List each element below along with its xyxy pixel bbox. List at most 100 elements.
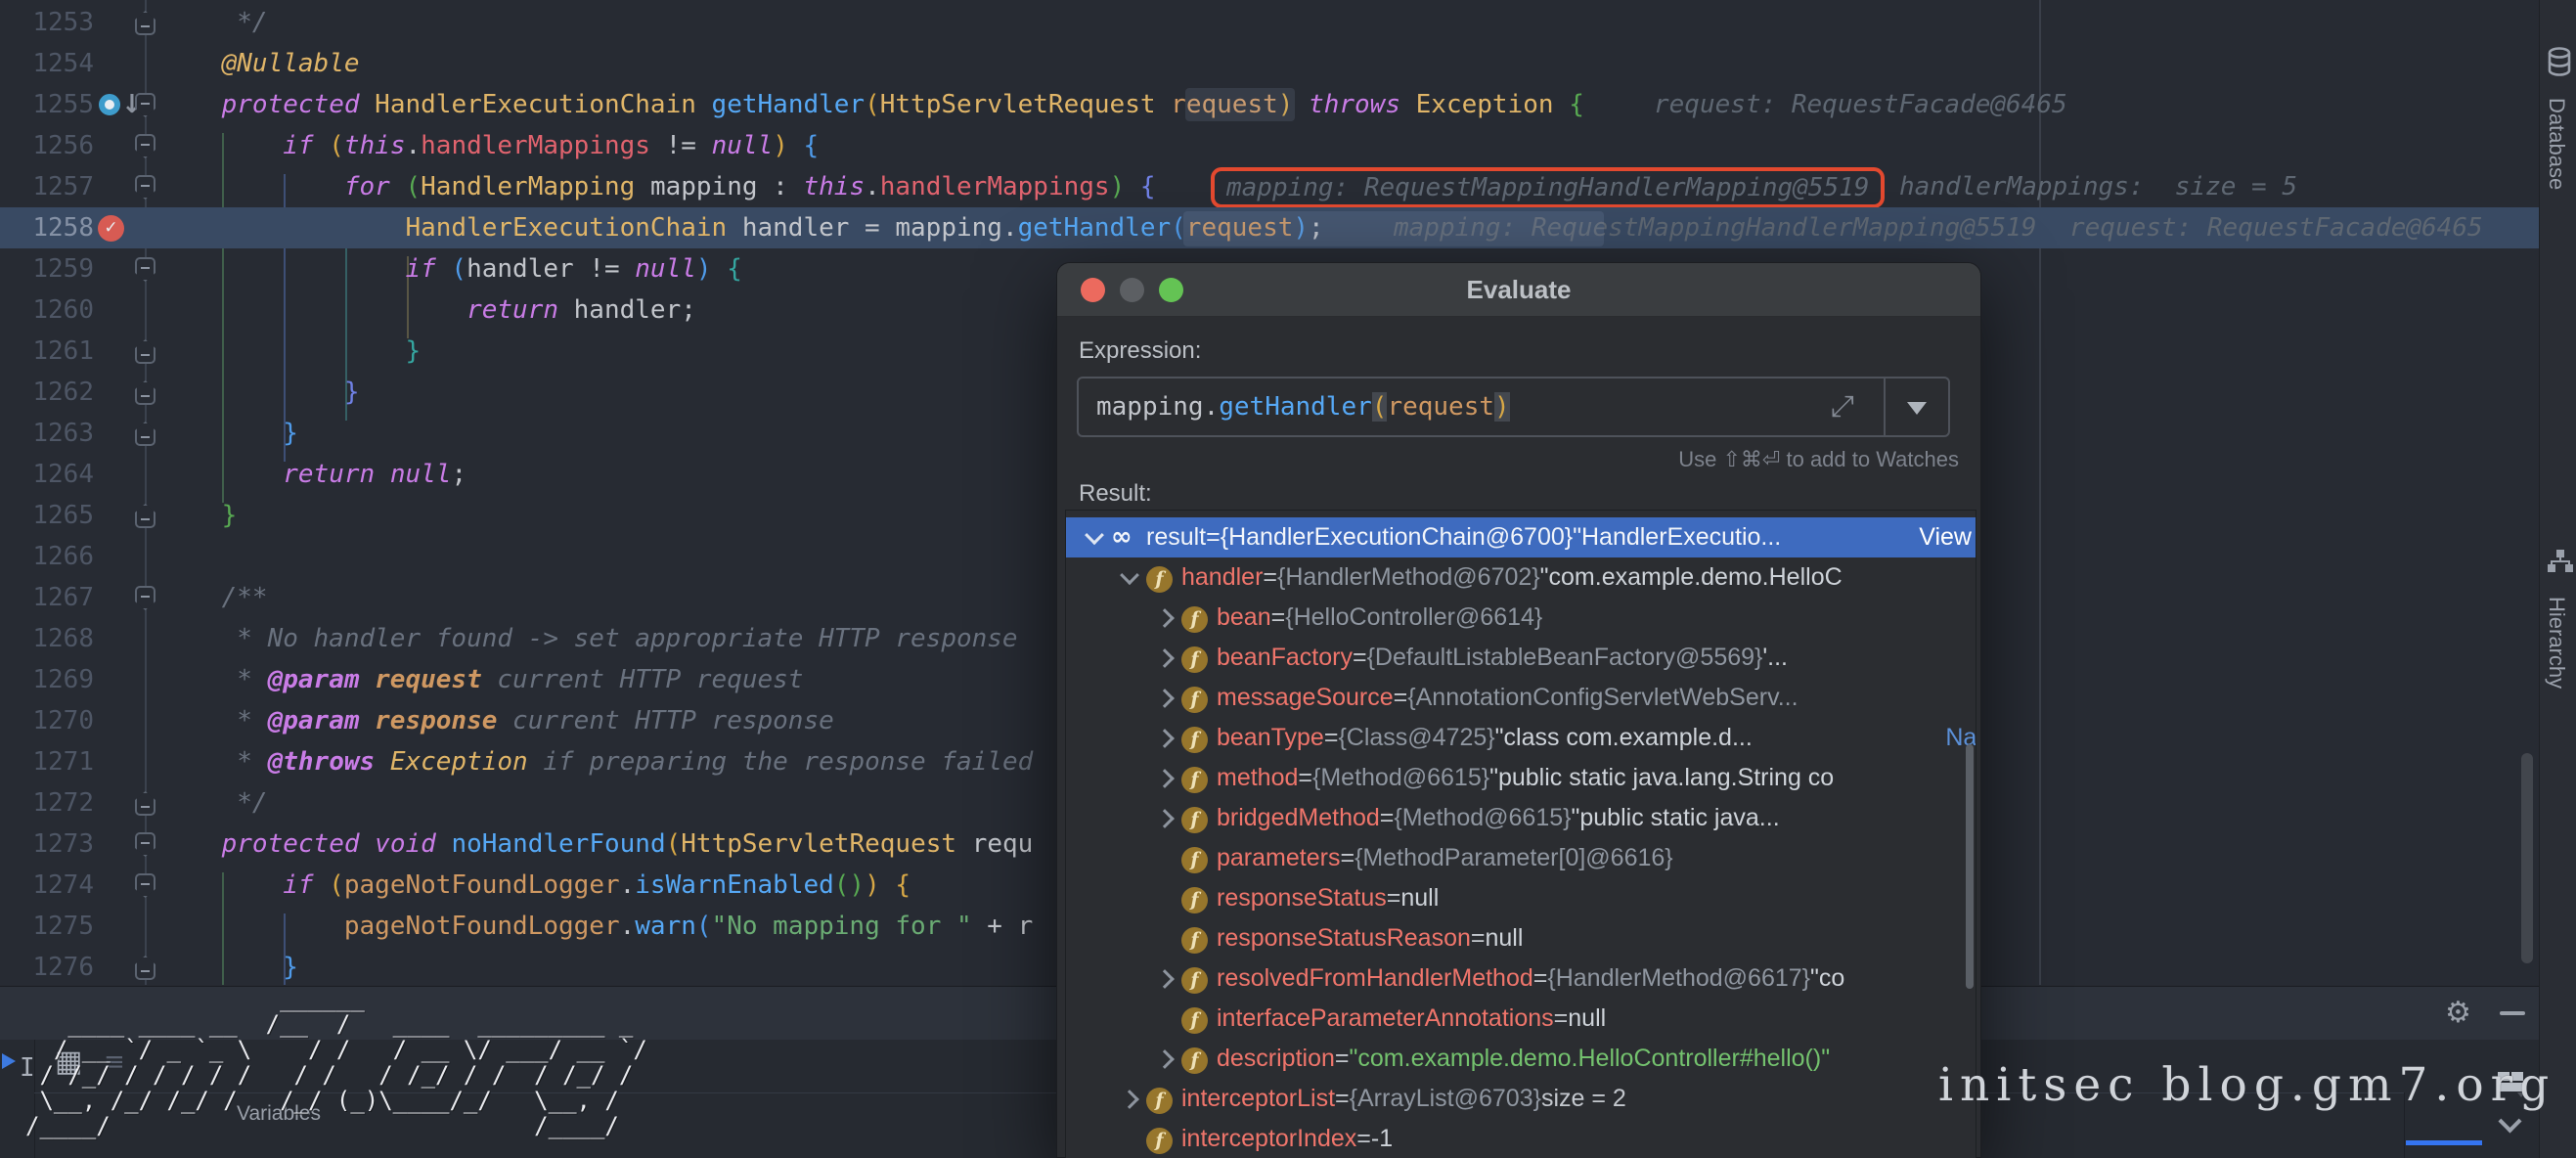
line-number[interactable]: 1274 (0, 865, 94, 906)
expression-history-dropdown[interactable] (1884, 379, 1948, 435)
line-number[interactable]: 1253 (0, 2, 94, 43)
line-number[interactable]: 1255 (0, 84, 94, 125)
tool-stripe-hierarchy[interactable]: Hierarchy (2544, 597, 2569, 689)
line-number[interactable]: 1269 (0, 659, 94, 700)
expand-icon[interactable]: ⤢ (1831, 379, 1854, 435)
fold-marker-icon[interactable] (135, 422, 155, 446)
tree-row[interactable]: fbean = {HelloController@6614} (1066, 598, 1976, 638)
code-line[interactable]: 1256 if (this.handlerMappings != null) { (0, 125, 2539, 166)
code-text: pageNotFoundLogger.warn("No mapping for … (160, 906, 1033, 947)
tree-row[interactable]: fbeanType = {Class@4725} "class com.exam… (1066, 718, 1976, 758)
chevron-down-icon[interactable] (2498, 1109, 2521, 1133)
code-text: /** (160, 577, 268, 618)
tree-row[interactable]: fmethod = {Method@6615} "public static j… (1066, 758, 1976, 798)
fold-marker-icon[interactable] (135, 504, 155, 528)
line-number[interactable]: 1270 (0, 700, 94, 741)
tree-row[interactable]: fbeanFactory = {DefaultListableBeanFacto… (1066, 638, 1976, 678)
fold-marker-icon[interactable] (135, 339, 155, 364)
fold-marker-icon[interactable] (135, 11, 155, 35)
variable-value: = (1356, 1125, 1371, 1153)
line-number[interactable]: 1276 (0, 947, 94, 988)
variable-value: "co (1810, 964, 1844, 993)
line-number[interactable]: 1258 (0, 207, 94, 248)
chevron-down-icon[interactable] (1120, 565, 1139, 585)
tree-row[interactable]: finterceptorList = {ArrayList@6703} size… (1066, 1079, 1976, 1119)
hide-panel-icon[interactable] (2500, 1011, 2525, 1015)
line-number[interactable]: 1268 (0, 618, 94, 659)
tree-row[interactable]: finterfaceParameterAnnotations = null (1066, 999, 1976, 1039)
field-icon: f (1181, 847, 1208, 873)
tree-row[interactable]: fresponseStatusReason = null (1066, 918, 1976, 958)
chevron-right-icon[interactable] (1120, 1090, 1139, 1109)
chevron-right-icon[interactable] (1155, 809, 1175, 828)
line-number[interactable]: 1262 (0, 372, 94, 413)
code-text: } (160, 495, 237, 536)
tree-row[interactable]: fparameters = {MethodParameter[0]@6616} (1066, 838, 1976, 878)
editor-scrollbar[interactable] (2521, 753, 2533, 963)
line-number[interactable]: 1273 (0, 824, 94, 865)
fold-marker-icon[interactable] (135, 956, 155, 980)
tool-stripe-database[interactable]: Database (2544, 98, 2569, 190)
fold-marker-icon[interactable] (135, 873, 155, 898)
tree-row[interactable]: fhandler = {HandlerMethod@6702} "com.exa… (1066, 557, 1976, 598)
code-text: if (pageNotFoundLogger.isWarnEnabled()) … (160, 865, 910, 906)
variable-name: interfaceParameterAnnotations (1217, 1004, 1554, 1033)
view-link[interactable]: View (1919, 523, 1976, 552)
chevron-down-icon[interactable] (1085, 525, 1104, 545)
chevron-right-icon[interactable] (1155, 1049, 1175, 1069)
variable-value: null (1400, 884, 1439, 913)
tree-row[interactable]: fmessageSource = {AnnotationConfigServle… (1066, 678, 1976, 718)
fold-marker-icon[interactable] (135, 832, 155, 857)
line-number[interactable]: 1264 (0, 454, 94, 495)
variable-name: responseStatus (1217, 884, 1387, 913)
gear-icon[interactable]: ⚙ (2445, 999, 2471, 1028)
dialog-titlebar[interactable]: Evaluate (1057, 263, 1980, 317)
fold-marker-icon[interactable] (135, 380, 155, 405)
right-tool-stripe: Database Hierarchy (2539, 0, 2576, 1158)
tree-row[interactable]: ∞result = {HandlerExecutionChain@6700} "… (1066, 517, 1976, 557)
tree-row[interactable]: fdescription = "com.example.demo.HelloCo… (1066, 1039, 1976, 1079)
inline-debug-hint: request: RequestFacade@6465 (2069, 207, 2483, 248)
chevron-right-icon[interactable] (1155, 969, 1175, 989)
line-number[interactable]: 1272 (0, 782, 94, 824)
fold-marker-icon[interactable] (135, 257, 155, 282)
line-number[interactable]: 1263 (0, 413, 94, 454)
line-number[interactable]: 1271 (0, 741, 94, 782)
line-number[interactable]: 1267 (0, 577, 94, 618)
database-icon[interactable] (2547, 47, 2572, 78)
chevron-right-icon[interactable] (1155, 608, 1175, 628)
line-number[interactable]: 1256 (0, 125, 94, 166)
result-label: Result: (1079, 480, 1152, 508)
breakpoint-icon[interactable]: ✓ (98, 215, 124, 242)
chevron-right-icon[interactable] (1155, 729, 1175, 748)
chevron-right-icon[interactable] (1155, 648, 1175, 668)
execution-point-icon (99, 94, 120, 115)
expression-value[interactable]: mapping.getHandler(request) (1096, 379, 1510, 435)
tree-row[interactable]: fresolvedFromHandlerMethod = {HandlerMet… (1066, 958, 1976, 999)
line-number[interactable]: 1254 (0, 43, 94, 84)
hierarchy-icon[interactable] (2547, 548, 2574, 575)
line-number[interactable]: 1266 (0, 536, 94, 577)
code-line[interactable]: 1253 */ (0, 2, 2539, 43)
line-number[interactable]: 1261 (0, 331, 94, 372)
fold-marker-icon[interactable] (135, 791, 155, 816)
expression-input[interactable]: mapping.getHandler(request) ⤢ (1077, 377, 1950, 437)
fold-marker-icon[interactable] (135, 586, 155, 610)
code-line[interactable]: 1257 for (HandlerMapping mapping : this.… (0, 166, 2539, 207)
line-number[interactable]: 1259 (0, 248, 94, 290)
tree-row[interactable]: fbridgedMethod = {Method@6615} "public s… (1066, 798, 1976, 838)
chevron-right-icon[interactable] (1155, 689, 1175, 708)
line-number[interactable]: 1260 (0, 290, 94, 331)
chevron-right-icon[interactable] (1155, 769, 1175, 788)
line-number[interactable]: 1275 (0, 906, 94, 947)
fold-marker-icon[interactable] (135, 134, 155, 158)
code-line[interactable]: 1254 @Nullable (0, 43, 2539, 84)
tree-row[interactable]: fresponseStatus = null (1066, 878, 1976, 918)
code-text: */ (160, 782, 268, 824)
fold-marker-icon[interactable] (135, 175, 155, 200)
tree-scrollbar[interactable] (1966, 744, 1974, 989)
line-number[interactable]: 1257 (0, 166, 94, 207)
line-number[interactable]: 1265 (0, 495, 94, 536)
resume-icon[interactable] (2, 1053, 16, 1069)
tree-row[interactable]: finterceptorIndex = -1 (1066, 1119, 1976, 1158)
